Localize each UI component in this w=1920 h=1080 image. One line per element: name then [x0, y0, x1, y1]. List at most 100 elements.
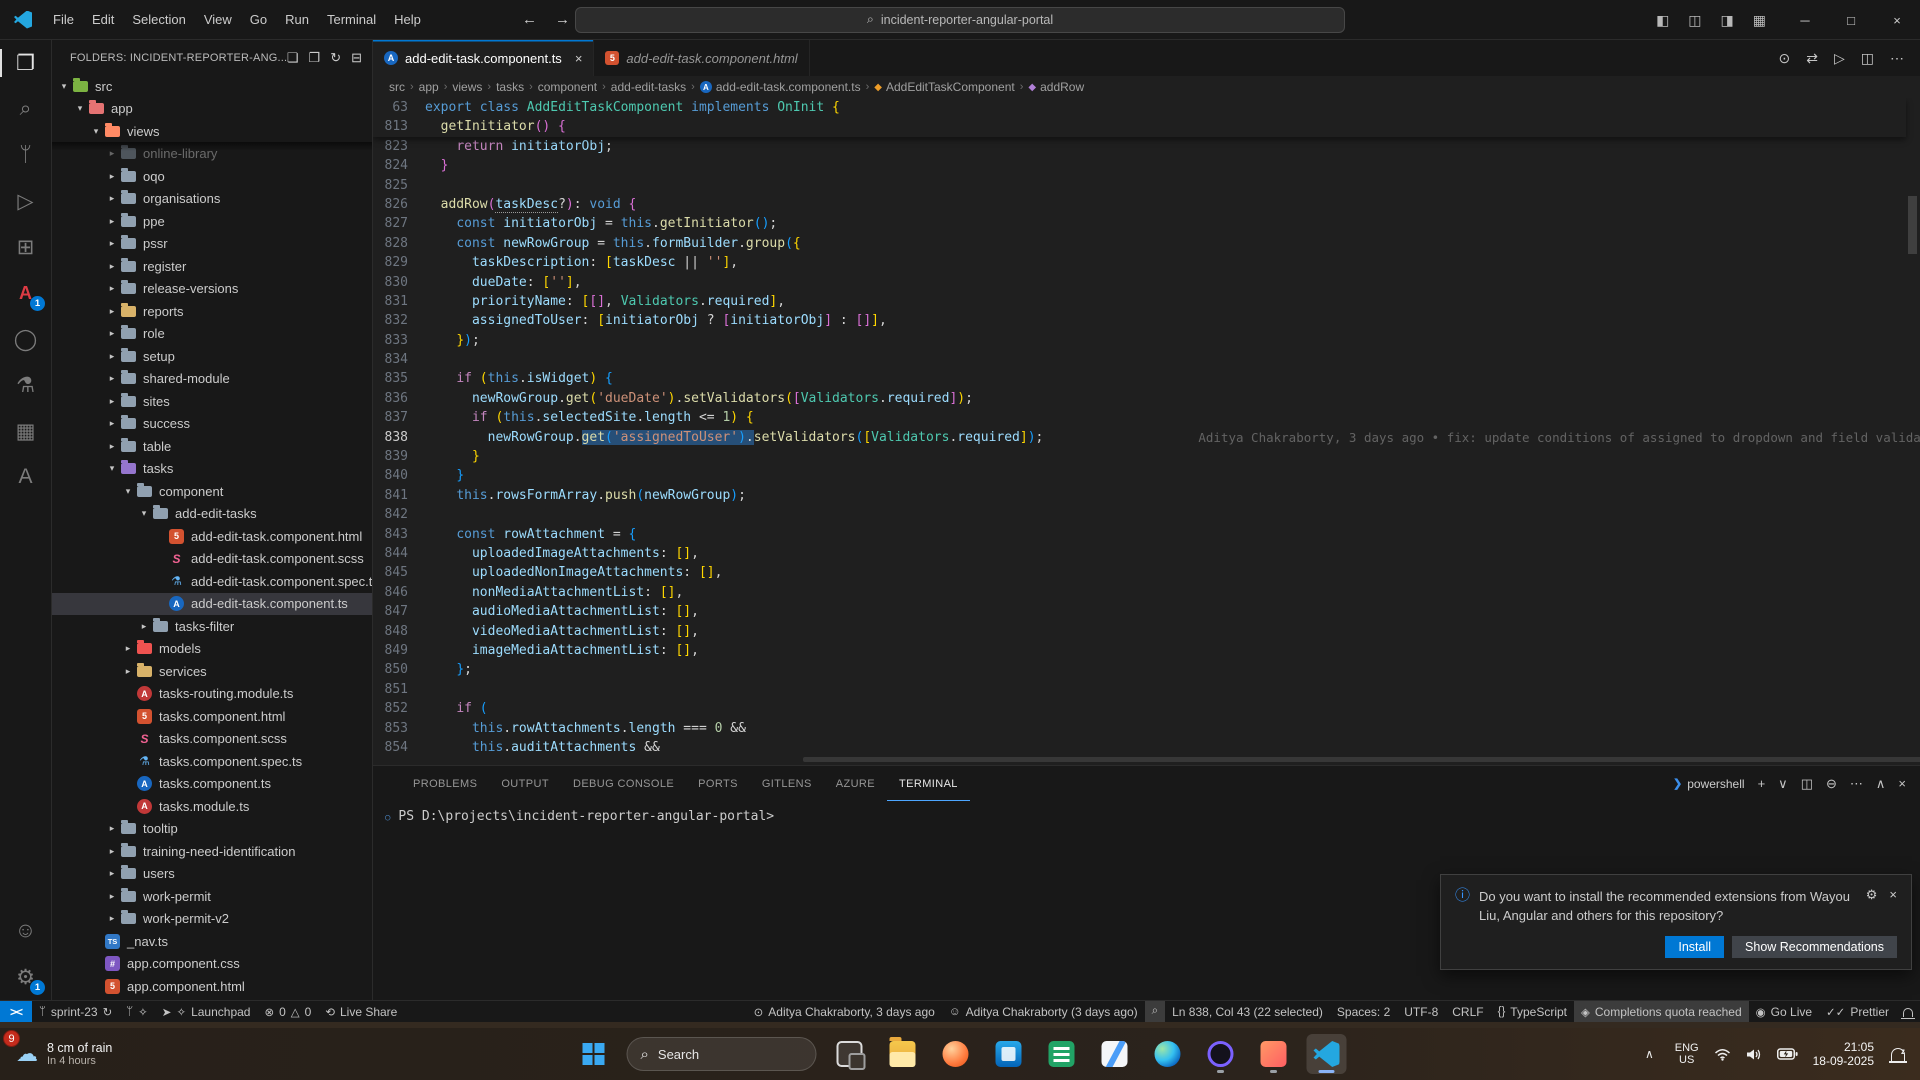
- code-line-829[interactable]: 829 taskDescription: [taskDesc || ''],: [373, 253, 1906, 272]
- tree-item[interactable]: ▸work-permit-v2: [52, 908, 372, 931]
- tab-add-edit-task.component.html[interactable]: 5add-edit-task.component.html: [594, 40, 809, 76]
- start-button[interactable]: [574, 1034, 614, 1074]
- run-file-icon[interactable]: ▷: [1834, 50, 1845, 67]
- close-panel-icon[interactable]: ×: [1898, 776, 1906, 792]
- code-line-836[interactable]: 836 newRowGroup.get('dueDate').setValida…: [373, 389, 1906, 408]
- tree-item[interactable]: ⚗add-edit-task.component.spec.ts: [52, 570, 372, 593]
- tree-item[interactable]: Stasks.component.scss: [52, 728, 372, 751]
- toggle-sidebar-icon[interactable]: ◧: [1650, 9, 1675, 32]
- menu-terminal[interactable]: Terminal: [318, 8, 385, 31]
- menu-go[interactable]: Go: [241, 8, 276, 31]
- code-line-851[interactable]: 851: [373, 680, 1906, 699]
- tree-item[interactable]: ▸tasks-filter: [52, 615, 372, 638]
- more-actions-icon[interactable]: ⋯: [1890, 50, 1904, 67]
- panel-tab-gitlens[interactable]: GITLENS: [750, 766, 824, 801]
- new-folder-icon[interactable]: ❐: [309, 50, 321, 66]
- code-line-849[interactable]: 849 imageMediaAttachmentList: [],: [373, 641, 1906, 660]
- vertical-scrollbar[interactable]: [1908, 196, 1917, 254]
- minimize-button[interactable]: ─: [1782, 0, 1828, 40]
- diagonal-app-button[interactable]: [1095, 1034, 1135, 1074]
- show-recommendations-button[interactable]: Show Recommendations: [1732, 936, 1897, 958]
- tree-item[interactable]: ▸training-need-identification: [52, 840, 372, 863]
- panel-tab-ports[interactable]: PORTS: [686, 766, 750, 801]
- tree-item[interactable]: Sadd-edit-task.component.scss: [52, 548, 372, 571]
- code-editor[interactable]: 823 return initiatorObj;824 }825826 addR…: [373, 98, 1920, 765]
- toggle-secondary-sidebar-icon[interactable]: ◨: [1715, 9, 1740, 32]
- tree-item[interactable]: #app.component.css: [52, 953, 372, 976]
- code-line-839[interactable]: 839 }: [373, 447, 1906, 466]
- activity-accounts-icon[interactable]: ☺: [0, 908, 51, 954]
- status-cursor-position[interactable]: Ln 838, Col 43 (22 selected): [1165, 1001, 1330, 1022]
- activity-run-debug-icon[interactable]: ▷: [0, 178, 51, 224]
- status-eol-sequence[interactable]: CRLF: [1445, 1001, 1490, 1022]
- breadcrumb-item[interactable]: component: [538, 80, 597, 94]
- nav-forward-icon[interactable]: →: [555, 11, 570, 28]
- activity-remote-explorer-icon[interactable]: ▦: [0, 408, 51, 454]
- compare-changes-icon[interactable]: ⇄: [1806, 50, 1818, 67]
- clock[interactable]: 21:0518-09-2025: [1813, 1040, 1874, 1068]
- tree-item[interactable]: 5add-edit-task.component.html: [52, 525, 372, 548]
- refresh-explorer-icon[interactable]: ↻: [330, 50, 341, 66]
- tree-item[interactable]: ▸pssr: [52, 233, 372, 256]
- code-line-834[interactable]: 834: [373, 350, 1906, 369]
- tree-item[interactable]: TS_nav.ts: [52, 930, 372, 953]
- status-gitlens-launchpad[interactable]: ➤✧Launchpad: [155, 1001, 258, 1022]
- menu-file[interactable]: File: [44, 8, 83, 31]
- breadcrumb-item[interactable]: views: [452, 80, 482, 94]
- tree-item[interactable]: ▸setup: [52, 345, 372, 368]
- code-line-827[interactable]: 827 const initiatorObj = this.getInitiat…: [373, 214, 1906, 233]
- tree-item[interactable]: ▸work-permit: [52, 885, 372, 908]
- tree-item[interactable]: ▾views: [52, 120, 372, 143]
- activity-search-icon[interactable]: ⌕: [0, 86, 51, 132]
- status-notifications-bell[interactable]: [1896, 1001, 1920, 1022]
- terminal-dropdown-icon[interactable]: ∨: [1778, 776, 1788, 792]
- activity-testing-icon[interactable]: ⚗: [0, 362, 51, 408]
- menu-edit[interactable]: Edit: [83, 8, 123, 31]
- panel-tab-azure[interactable]: AZURE: [824, 766, 887, 801]
- code-line-841[interactable]: 841 this.rowsFormArray.push(newRowGroup)…: [373, 486, 1906, 505]
- breadcrumb-item[interactable]: ◆addRow: [1028, 80, 1084, 94]
- tree-item[interactable]: ▸reports: [52, 300, 372, 323]
- tree-item[interactable]: ▸ppe: [52, 210, 372, 233]
- status-problems-counter[interactable]: ⊗0△0: [257, 1001, 318, 1022]
- status-gitlens-author[interactable]: ☺Aditya Chakraborty (3 days ago): [942, 1001, 1145, 1022]
- code-line-837[interactable]: 837 if (this.selectedSite.length <= 1) {: [373, 408, 1906, 427]
- new-terminal-icon[interactable]: +: [1758, 776, 1766, 792]
- breadcrumb-item[interactable]: Aadd-edit-task.component.ts: [700, 80, 861, 94]
- status-gitlens-compare[interactable]: ᛘ✧: [119, 1001, 155, 1022]
- status-encoding[interactable]: UTF-8: [1397, 1001, 1445, 1022]
- tree-item[interactable]: ▸success: [52, 413, 372, 436]
- code-line-847[interactable]: 847 audioMediaAttachmentList: [],: [373, 602, 1906, 621]
- panel-tab-terminal[interactable]: TERMINAL: [887, 766, 970, 801]
- panel-tab-debug-console[interactable]: DEBUG CONSOLE: [561, 766, 686, 801]
- split-editor-icon[interactable]: ◫: [1861, 50, 1874, 67]
- tree-item[interactable]: ▾add-edit-tasks: [52, 503, 372, 526]
- taskbar-search[interactable]: ⌕ Search: [627, 1037, 817, 1071]
- code-line-835[interactable]: 835 if (this.isWidget) {: [373, 369, 1906, 388]
- tree-item[interactable]: ▾component: [52, 480, 372, 503]
- code-line-838[interactable]: 838 newRowGroup.get('assignedToUser').se…: [373, 428, 1906, 447]
- menu-run[interactable]: Run: [276, 8, 318, 31]
- horizontal-scrollbar[interactable]: [803, 757, 1920, 762]
- more-actions-icon[interactable]: ⋯: [1850, 776, 1863, 792]
- maximize-panel-icon[interactable]: ∧: [1876, 776, 1886, 792]
- panel-tab-problems[interactable]: PROBLEMS: [401, 766, 489, 801]
- code-line-843[interactable]: 843 const rowAttachment = {: [373, 525, 1906, 544]
- menu-help[interactable]: Help: [385, 8, 430, 31]
- command-center-search[interactable]: ⌕ incident-reporter-angular-portal: [575, 7, 1345, 33]
- menu-view[interactable]: View: [195, 8, 241, 31]
- tree-item[interactable]: ▸tooltip: [52, 818, 372, 841]
- tree-item[interactable]: 5tasks.component.html: [52, 705, 372, 728]
- file-explorer-button[interactable]: [883, 1034, 923, 1074]
- status-blame-annotation[interactable]: ⊙Aditya Chakraborty, 3 days ago: [747, 1001, 942, 1022]
- status-go-live[interactable]: ◉Go Live: [1749, 1001, 1819, 1022]
- browser-orange-button[interactable]: [936, 1034, 976, 1074]
- status-search-mode[interactable]: ⌕: [1145, 1001, 1165, 1022]
- notification-settings-icon[interactable]: ⚙: [1866, 887, 1878, 925]
- tree-item[interactable]: ▸table: [52, 435, 372, 458]
- tree-item[interactable]: ▾app: [52, 98, 372, 121]
- edge-button[interactable]: [1148, 1034, 1188, 1074]
- tree-item[interactable]: ▸shared-module: [52, 368, 372, 391]
- office-app-button[interactable]: [1042, 1034, 1082, 1074]
- notification-close-icon[interactable]: ×: [1889, 887, 1897, 925]
